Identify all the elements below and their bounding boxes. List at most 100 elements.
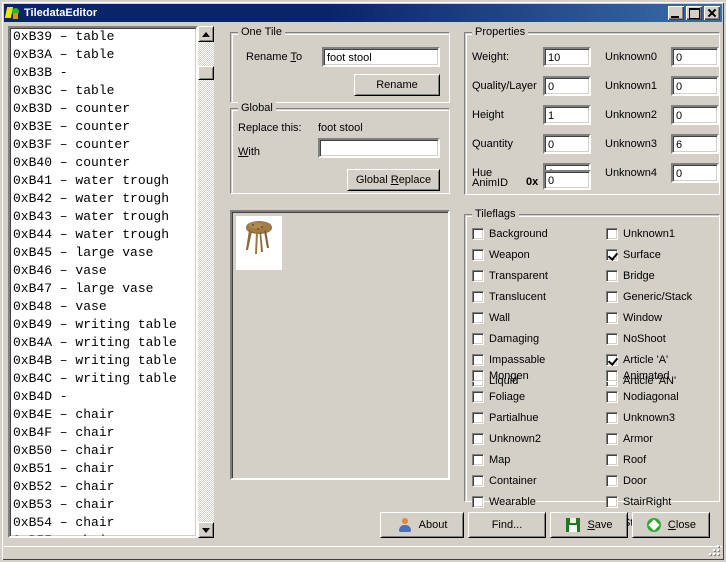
scroll-up-icon[interactable] bbox=[198, 26, 214, 42]
global-replace-button[interactable]: Global Replace bbox=[347, 169, 440, 191]
rename-to-input[interactable]: foot stool bbox=[322, 47, 440, 67]
flag-noshoot[interactable]: NoShoot bbox=[606, 333, 666, 345]
tile-list-item[interactable]: 0xB45 – large vase bbox=[10, 244, 196, 262]
flag-translucent[interactable]: Translucent bbox=[472, 291, 546, 303]
checkbox-icon[interactable] bbox=[606, 354, 618, 366]
flag-transparent[interactable]: Transparent bbox=[472, 270, 548, 282]
tile-list-item[interactable]: 0xB4C – writing table bbox=[10, 370, 196, 388]
scroll-down-icon[interactable] bbox=[198, 522, 214, 538]
animid-input[interactable]: 0 bbox=[543, 170, 591, 190]
resize-grip[interactable] bbox=[709, 545, 721, 557]
checkbox-icon[interactable] bbox=[472, 249, 484, 261]
tile-list-item[interactable]: 0xB50 – chair bbox=[10, 442, 196, 460]
checkbox-icon[interactable] bbox=[606, 454, 618, 466]
checkbox-icon[interactable] bbox=[472, 391, 484, 403]
with-input[interactable] bbox=[318, 138, 440, 158]
tile-list-item[interactable]: 0xB48 – vase bbox=[10, 298, 196, 316]
checkbox-icon[interactable] bbox=[472, 454, 484, 466]
unknown-input-0[interactable]: 0 bbox=[671, 47, 719, 67]
tile-list-item[interactable]: 0xB3F – counter bbox=[10, 136, 196, 154]
flag-wearable[interactable]: Wearable bbox=[472, 496, 536, 508]
property-input-0[interactable]: 10 bbox=[543, 47, 591, 67]
checkbox-icon[interactable] bbox=[472, 412, 484, 424]
checkbox-icon[interactable] bbox=[606, 370, 618, 382]
scrollbar-track[interactable] bbox=[198, 42, 214, 522]
checkbox-icon[interactable] bbox=[606, 228, 618, 240]
save-button[interactable]: Save bbox=[550, 512, 628, 538]
flag-armor[interactable]: Armor bbox=[606, 433, 653, 445]
minimize-button[interactable] bbox=[668, 6, 684, 20]
unknown-input-3[interactable]: 6 bbox=[671, 134, 719, 154]
flag-foliage[interactable]: Foliage bbox=[472, 391, 525, 403]
flag-article-a[interactable]: Article 'A' bbox=[606, 354, 668, 366]
tile-list-item[interactable]: 0xB3D – counter bbox=[10, 100, 196, 118]
scrollbar-thumb[interactable] bbox=[198, 66, 214, 80]
tile-list-item[interactable]: 0xB42 – water trough bbox=[10, 190, 196, 208]
tile-list-item[interactable]: 0xB55 – chair bbox=[10, 532, 196, 536]
maximize-button[interactable] bbox=[686, 6, 702, 20]
checkbox-icon[interactable] bbox=[472, 354, 484, 366]
flag-impassable[interactable]: Impassable bbox=[472, 354, 545, 366]
about-button[interactable]: About bbox=[380, 512, 464, 538]
checkbox-icon[interactable] bbox=[472, 291, 484, 303]
checkbox-icon[interactable] bbox=[606, 270, 618, 282]
close-window-button[interactable] bbox=[704, 6, 720, 20]
flag-animated[interactable]: Animated bbox=[606, 370, 669, 382]
tile-list-item[interactable]: 0xB47 – large vase bbox=[10, 280, 196, 298]
checkbox-icon[interactable] bbox=[606, 475, 618, 487]
flag-weapon[interactable]: Weapon bbox=[472, 249, 530, 261]
unknown-input-4[interactable]: 0 bbox=[671, 163, 719, 183]
tile-list-item[interactable]: 0xB3E – counter bbox=[10, 118, 196, 136]
tile-list-item[interactable]: 0xB3C – table bbox=[10, 82, 196, 100]
flag-damaging[interactable]: Damaging bbox=[472, 333, 539, 345]
flag-stairright[interactable]: StairRight bbox=[606, 496, 671, 508]
tile-list-item[interactable]: 0xB4D - bbox=[10, 388, 196, 406]
unknown-input-1[interactable]: 0 bbox=[671, 76, 719, 96]
checkbox-icon[interactable] bbox=[606, 412, 618, 424]
flag-background[interactable]: Background bbox=[472, 228, 548, 240]
tile-list-item[interactable]: 0xB51 – chair bbox=[10, 460, 196, 478]
checkbox-icon[interactable] bbox=[472, 496, 484, 508]
checkbox-icon[interactable] bbox=[472, 370, 484, 382]
tile-list-item[interactable]: 0xB52 – chair bbox=[10, 478, 196, 496]
checkbox-icon[interactable] bbox=[472, 433, 484, 445]
unknown-input-2[interactable]: 0 bbox=[671, 105, 719, 125]
flag-unknown3[interactable]: Unknown3 bbox=[606, 412, 675, 424]
tile-list-item[interactable]: 0xB46 – vase bbox=[10, 262, 196, 280]
tile-list-item[interactable]: 0xB53 – chair bbox=[10, 496, 196, 514]
tile-list[interactable]: 0xB39 – table 0xB3A – table 0xB3B -0xB3C –… bbox=[8, 26, 198, 538]
checkbox-icon[interactable] bbox=[472, 333, 484, 345]
tile-list-item[interactable]: 0xB54 – chair bbox=[10, 514, 196, 532]
tile-list-item[interactable]: 0xB43 – water trough bbox=[10, 208, 196, 226]
tile-list-item[interactable]: 0xB44 – water trough bbox=[10, 226, 196, 244]
flag-generic-stack[interactable]: Generic/Stack bbox=[606, 291, 692, 303]
tile-list-item[interactable]: 0xB4A – writing table bbox=[10, 334, 196, 352]
find-button[interactable]: Find... bbox=[468, 512, 546, 538]
title-bar[interactable]: TiledataEditor bbox=[4, 4, 722, 22]
checkbox-icon[interactable] bbox=[606, 496, 618, 508]
tile-list-item[interactable]: 0xB41 – water trough bbox=[10, 172, 196, 190]
checkbox-icon[interactable] bbox=[472, 475, 484, 487]
flag-door[interactable]: Door bbox=[606, 475, 647, 487]
tile-list-item[interactable]: 0xB49 – writing table bbox=[10, 316, 196, 334]
flag-surface[interactable]: Surface bbox=[606, 249, 661, 261]
flag-bridge[interactable]: Bridge bbox=[606, 270, 655, 282]
flag-nodiagonal[interactable]: Nodiagonal bbox=[606, 391, 679, 403]
checkbox-icon[interactable] bbox=[606, 333, 618, 345]
tile-list-item[interactable]: 0xB40 – counter bbox=[10, 154, 196, 172]
checkbox-icon[interactable] bbox=[472, 228, 484, 240]
flag-wall[interactable]: Wall bbox=[472, 312, 510, 324]
checkbox-icon[interactable] bbox=[606, 249, 618, 261]
flag-unknown1[interactable]: Unknown1 bbox=[606, 228, 675, 240]
flag-container[interactable]: Container bbox=[472, 475, 537, 487]
tile-list-scrollbar[interactable] bbox=[198, 26, 214, 538]
tile-list-item[interactable]: 0xB4F – chair bbox=[10, 424, 196, 442]
checkbox-icon[interactable] bbox=[606, 312, 618, 324]
flag-partialhue[interactable]: Partialhue bbox=[472, 412, 539, 424]
property-input-1[interactable]: 0 bbox=[543, 76, 591, 96]
tile-list-item[interactable]: 0xB3B - bbox=[10, 64, 196, 82]
flag-mongen[interactable]: Mongen bbox=[472, 370, 529, 382]
tile-list-item[interactable]: 0xB39 – table bbox=[10, 28, 196, 46]
tile-list-item[interactable]: 0xB4B – writing table bbox=[10, 352, 196, 370]
flag-unknown2[interactable]: Unknown2 bbox=[472, 433, 541, 445]
